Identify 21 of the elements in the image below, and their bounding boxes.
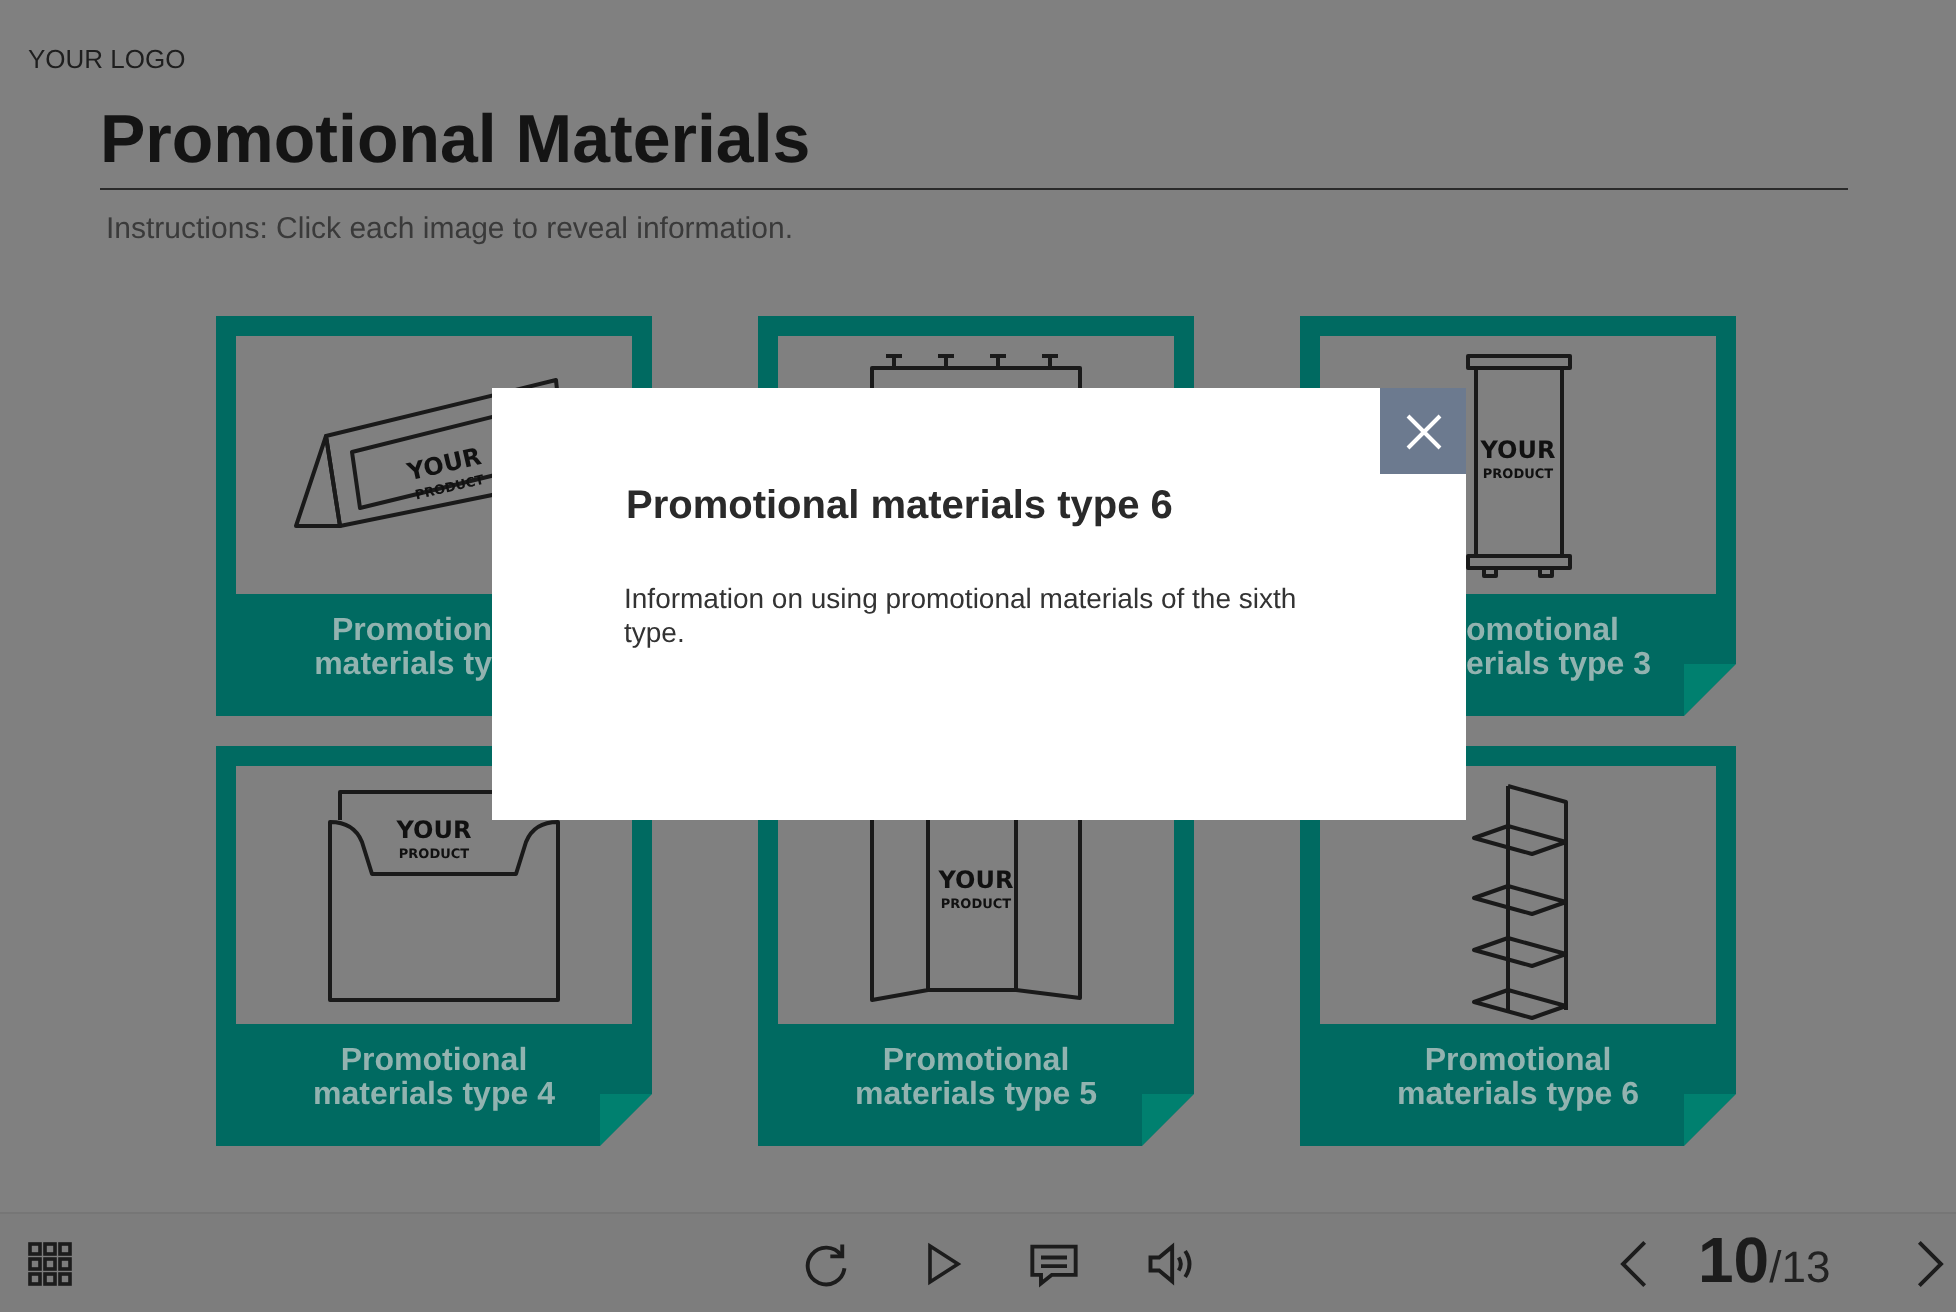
product-card[interactable]: Promotional materials type 6 — [1300, 746, 1736, 1146]
grid-icon — [26, 1239, 74, 1287]
page-fold-icon — [1142, 1094, 1194, 1146]
page-title: Promotional Materials — [100, 100, 813, 180]
speaker-icon — [1144, 1237, 1196, 1289]
logo-text: YOUR LOGO — [26, 42, 188, 76]
page-fold-icon — [1684, 664, 1736, 716]
instructions-text: Instructions: Click each image to reveal information. — [106, 212, 795, 248]
card-title: Promotion materials ty — [314, 613, 492, 681]
card-title: Promotional materials type 6 — [1397, 1043, 1639, 1111]
page-number: 10 — [1698, 1226, 1770, 1294]
menu-button[interactable] — [26, 1239, 74, 1287]
page-total: /13 — [1769, 1240, 1831, 1296]
page-fold-icon — [600, 1094, 652, 1146]
page-fold-icon — [1684, 1094, 1736, 1146]
close-button[interactable] — [1380, 388, 1466, 474]
card-title: omotional erials type 3 — [1466, 613, 1651, 681]
card-title: Promotional materials type 4 — [313, 1043, 555, 1111]
close-icon — [1405, 413, 1441, 449]
volume-button[interactable] — [1144, 1237, 1196, 1289]
card-title: Promotional materials type 5 — [855, 1043, 1097, 1111]
